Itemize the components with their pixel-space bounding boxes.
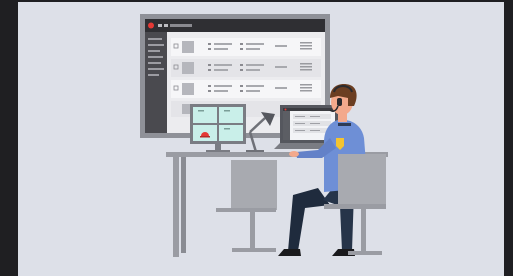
sidebar-item — [148, 62, 161, 64]
camera-feed-tile — [219, 125, 243, 141]
sidebar-item — [148, 56, 163, 58]
operator-hand — [289, 151, 299, 157]
visitor-chair — [216, 160, 277, 252]
sidebar-item — [148, 38, 162, 40]
desk-monitor — [190, 104, 246, 153]
sidebar-item — [148, 50, 160, 52]
chair-post — [361, 209, 366, 253]
chair-back — [338, 154, 386, 208]
wall-display-row — [171, 38, 321, 56]
chair-back — [231, 160, 277, 210]
sidebar-item — [148, 44, 164, 46]
row-thumbnail — [182, 62, 194, 74]
headset-icon — [337, 98, 342, 106]
wall-display-row — [171, 59, 321, 77]
nav-back-icon — [158, 24, 162, 27]
chair-post — [250, 212, 255, 250]
security-operator-illustration — [140, 14, 388, 257]
operator-leg — [288, 188, 330, 251]
row-thumbnail — [182, 83, 194, 95]
chair-seat — [324, 204, 386, 209]
chair-seat — [216, 208, 276, 212]
operator-shoe — [278, 249, 301, 256]
wall-display-row — [171, 80, 321, 98]
desk-leg — [173, 157, 179, 257]
camera-feed-tile — [219, 107, 243, 123]
desk-leg — [181, 157, 186, 253]
illustration-canvas — [18, 2, 504, 276]
nav-forward-icon — [164, 24, 168, 27]
sidebar-item — [148, 74, 159, 76]
chair-base — [348, 251, 382, 255]
row-thumbnail — [182, 41, 194, 53]
operator-epaulette — [338, 123, 351, 126]
camera-feed-tile — [193, 107, 217, 123]
monitor-stand — [215, 144, 221, 151]
wall-display-close-icon — [148, 22, 154, 29]
chair-base — [232, 248, 276, 252]
wall-display-sidebar — [145, 32, 167, 133]
laptop-sidebar — [283, 111, 290, 140]
sidebar-item — [148, 68, 164, 70]
address-bar — [170, 24, 192, 27]
